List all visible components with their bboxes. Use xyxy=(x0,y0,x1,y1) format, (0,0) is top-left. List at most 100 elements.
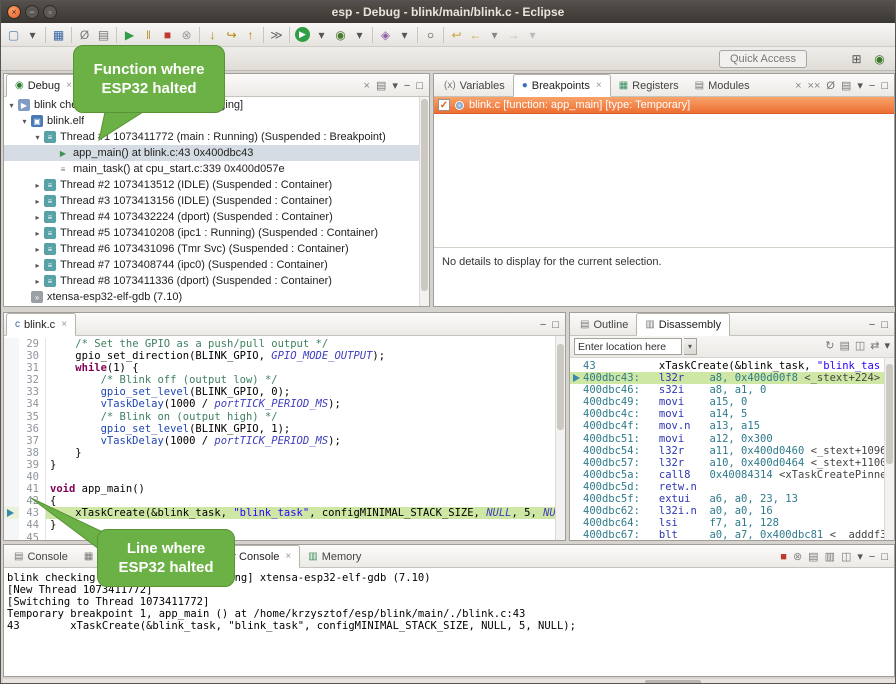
close-tab-icon[interactable]: × xyxy=(66,80,72,91)
clear-console-icon[interactable]: ▤ xyxy=(808,552,818,563)
tab-variables[interactable]: (x)Variables xyxy=(436,75,513,96)
tree-row[interactable]: ▸≡Thread #4 1073432224 (dport) (Suspende… xyxy=(4,209,429,225)
horizontal-scrollbar-thumb[interactable] xyxy=(645,680,701,684)
editor-scrollbar-thumb[interactable] xyxy=(557,344,564,430)
resume-icon[interactable]: ▶ xyxy=(120,25,139,44)
terminate-console-icon[interactable]: ■ xyxy=(780,552,787,563)
tab-blink-c[interactable]: cblink.c× xyxy=(6,313,76,336)
tree-row[interactable]: »xtensa-esp32-elf-gdb (7.10) xyxy=(4,289,429,305)
debug-dropdown-icon[interactable]: ▾ xyxy=(350,25,369,44)
display-selected-console-icon[interactable]: ▾ xyxy=(857,552,863,563)
step-into-icon[interactable]: ↓ xyxy=(203,25,222,44)
tree-row[interactable]: ≡main_task() at cpu_start.c:339 0x400d05… xyxy=(4,161,429,177)
tab-memory[interactable]: ▥Memory xyxy=(300,546,369,567)
pin-console-icon[interactable]: ◫ xyxy=(841,552,851,563)
maximize-window-button[interactable]: ▫ xyxy=(43,5,57,19)
disconnect-icon[interactable]: ⊗ xyxy=(177,25,196,44)
save-icon[interactable]: ▦ xyxy=(49,25,68,44)
breakpoint-checkbox[interactable]: ✓ xyxy=(438,99,450,111)
view-menu-icon[interactable]: ▾ xyxy=(857,81,863,92)
maximize-view-icon[interactable]: □ xyxy=(881,320,888,331)
disassembly-scrollbar-thumb[interactable] xyxy=(886,364,893,464)
quick-access-button[interactable]: Quick Access xyxy=(719,50,807,68)
forward-icon[interactable]: → xyxy=(504,25,523,44)
twisty-icon[interactable]: ▸ xyxy=(32,181,43,190)
twisty-icon[interactable]: ▾ xyxy=(6,101,17,110)
forward-dropdown-icon[interactable]: ▾ xyxy=(523,25,542,44)
show-console-icon[interactable]: ▤ xyxy=(94,25,113,44)
view-menu-icon[interactable]: ▾ xyxy=(392,81,398,92)
external-tools-dropdown-icon[interactable]: ▾ xyxy=(395,25,414,44)
location-dropdown-icon[interactable]: ▾ xyxy=(684,338,697,355)
twisty-icon[interactable]: ▾ xyxy=(19,117,30,126)
search-icon[interactable]: ○ xyxy=(421,25,440,44)
maximize-view-icon[interactable]: □ xyxy=(881,552,888,563)
breakpoint-grouping-icon[interactable]: ▤ xyxy=(841,81,851,92)
remove-all-breakpoints-icon[interactable]: ×× xyxy=(808,81,821,92)
new-wizard-icon[interactable]: ▢ xyxy=(4,25,23,44)
maximize-view-icon[interactable]: □ xyxy=(552,320,559,331)
tab-disassembly[interactable]: ▥Disassembly xyxy=(636,313,730,336)
tab-breakpoints[interactable]: ●Breakpoints× xyxy=(513,74,611,97)
maximize-view-icon[interactable]: □ xyxy=(416,81,423,92)
minimize-view-icon[interactable]: − xyxy=(869,320,875,331)
open-perspective-icon[interactable]: ⊞ xyxy=(847,49,866,68)
tree-row[interactable]: ▸≡Thread #7 1073408744 (ipc0) (Suspended… xyxy=(4,257,429,273)
close-tab-icon[interactable]: × xyxy=(285,551,291,562)
back-icon[interactable]: ← xyxy=(466,25,485,44)
debug-icon[interactable]: ◉ xyxy=(331,25,350,44)
minimize-view-icon[interactable]: − xyxy=(869,552,875,563)
tab-debug[interactable]: ◉Debug× xyxy=(6,74,81,97)
tab-modules[interactable]: ▤Modules xyxy=(687,75,758,96)
minimize-window-button[interactable]: − xyxy=(25,5,39,19)
remove-breakpoint-icon[interactable]: × xyxy=(795,81,801,92)
step-over-icon[interactable]: ↪ xyxy=(222,25,241,44)
instruction-stepping-icon[interactable]: ≫ xyxy=(267,25,286,44)
tree-row[interactable]: ▸≡Thread #8 1073411336 (dport) (Suspende… xyxy=(4,273,429,289)
horizontal-scrollbar[interactable] xyxy=(3,679,895,684)
tab-outline[interactable]: ▤Outline xyxy=(572,314,636,335)
remove-terminated-icon[interactable]: × xyxy=(364,81,370,92)
tree-row[interactable]: ▾▣blink.elf xyxy=(4,113,429,129)
refresh-icon[interactable]: ↻ xyxy=(825,341,834,352)
new-wizard-dropdown-icon[interactable]: ▾ xyxy=(23,25,42,44)
scroll-lock-icon[interactable]: ▥ xyxy=(825,552,835,563)
show-opcodes-icon[interactable]: ◫ xyxy=(855,341,865,352)
disassembly-menu-icon[interactable]: ▾ xyxy=(884,341,890,352)
disassembly-scrollbar[interactable] xyxy=(884,358,894,540)
skip-all-breakpoints-icon[interactable]: Ø xyxy=(75,25,94,44)
tree-row[interactable]: ▸≡Thread #5 1073410208 (ipc1 : Running) … xyxy=(4,225,429,241)
twisty-icon[interactable]: ▸ xyxy=(32,213,43,222)
twisty-icon[interactable]: ▾ xyxy=(32,133,43,142)
twisty-icon[interactable]: ▸ xyxy=(32,229,43,238)
twisty-icon[interactable]: ▸ xyxy=(32,245,43,254)
debug-view-layout-icon[interactable]: ▤ xyxy=(376,81,386,92)
twisty-icon[interactable]: ▸ xyxy=(32,261,43,270)
breakpoint-row[interactable]: ✓ blink.c [function: app_main] [type: Te… xyxy=(434,97,894,114)
debug-perspective-icon[interactable]: ◉ xyxy=(870,49,889,68)
sync-with-debugger-icon[interactable]: ⇄ xyxy=(870,341,879,352)
terminate-icon[interactable]: ■ xyxy=(158,25,177,44)
tree-row[interactable]: ▸≡Thread #3 1073413156 (IDLE) (Suspended… xyxy=(4,193,429,209)
twisty-icon[interactable]: ▸ xyxy=(32,277,43,286)
external-tools-icon[interactable]: ◈ xyxy=(376,25,395,44)
tree-row[interactable]: ▸≡Thread #2 1073413512 (IDLE) (Suspended… xyxy=(4,177,429,193)
run-dropdown-icon[interactable]: ▾ xyxy=(312,25,331,44)
minimize-view-icon[interactable]: − xyxy=(869,81,875,92)
back-dropdown-icon[interactable]: ▾ xyxy=(485,25,504,44)
show-source-icon[interactable]: ▤ xyxy=(839,341,849,352)
run-icon[interactable]: ▶ xyxy=(295,27,310,42)
remove-launch-icon[interactable]: ⊗ xyxy=(793,552,802,563)
close-tab-icon[interactable]: × xyxy=(61,319,67,330)
debug-scrollbar-thumb[interactable] xyxy=(421,99,428,291)
last-edit-location-icon[interactable]: ↩ xyxy=(447,25,466,44)
minimize-view-icon[interactable]: − xyxy=(540,320,546,331)
close-window-button[interactable]: × xyxy=(7,5,21,19)
skip-all-breakpoints-icon[interactable]: Ø xyxy=(826,81,835,92)
location-input[interactable]: Enter location here xyxy=(574,338,682,355)
tab-registers[interactable]: ▦Registers xyxy=(611,75,687,96)
suspend-icon[interactable]: ‖ xyxy=(139,25,158,44)
maximize-view-icon[interactable]: □ xyxy=(881,81,888,92)
step-return-icon[interactable]: ↑ xyxy=(241,25,260,44)
tree-row[interactable]: ▶app_main() at blink.c:43 0x400dbc43 xyxy=(4,145,429,161)
